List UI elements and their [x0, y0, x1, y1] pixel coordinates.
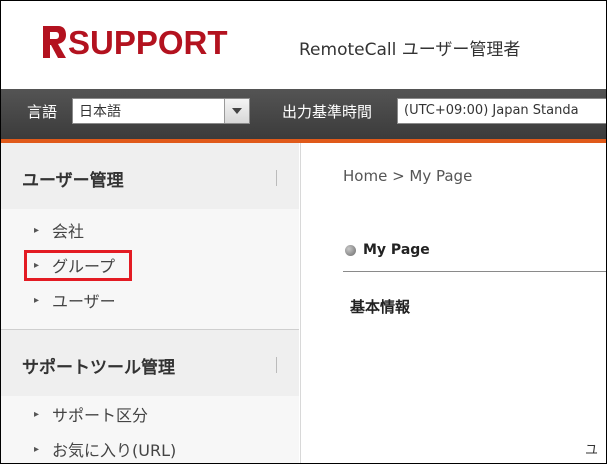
- page-title-text: My Page: [363, 242, 430, 258]
- sidebar-item-company[interactable]: ▸ 会社: [34, 217, 84, 243]
- logo-text: SUPPORT: [68, 23, 228, 61]
- highlight-box: [24, 250, 132, 281]
- sidebar-item-support-category[interactable]: ▸ サポート区分: [34, 401, 148, 427]
- section-separator: [276, 357, 277, 373]
- language-select-value: 日本語: [79, 104, 121, 120]
- rsupport-r-logo-icon: [43, 26, 66, 58]
- sidebar-item-favorites-url[interactable]: ▸ お気に入り(URL): [34, 436, 176, 462]
- bullet-icon: [345, 244, 356, 256]
- product-title: RemoteCall ユーザー管理者: [299, 40, 521, 60]
- main-content: Home > My Page My Page 基本情報 ユ: [300, 143, 606, 463]
- sidebar-item-label: 会社: [52, 222, 85, 241]
- sidebar-section-title: ユーザー管理: [22, 171, 124, 191]
- breadcrumb[interactable]: Home > My Page: [343, 167, 472, 185]
- sidebar-item-label: サポート区分: [52, 406, 149, 425]
- chevron-right-icon: ▸: [34, 443, 40, 455]
- dropdown-arrow-icon[interactable]: [224, 99, 249, 123]
- truncated-label: ユ: [585, 443, 599, 458]
- chevron-right-icon: ▸: [34, 408, 40, 420]
- timezone-select[interactable]: (UTC+09:00) Japan Standa: [397, 98, 606, 124]
- chevron-right-icon: ▸: [34, 224, 40, 236]
- sidebar-item-label: ユーザー: [52, 292, 116, 311]
- sidebar-section-support-tool-management[interactable]: サポートツール管理: [1, 330, 299, 396]
- header: SUPPORT RemoteCall ユーザー管理者: [1, 1, 606, 89]
- chevron-right-icon: ▸: [34, 294, 40, 306]
- sidebar-item-user[interactable]: ▸ ユーザー: [34, 287, 116, 313]
- sidebar-section-title: サポートツール管理: [22, 358, 175, 378]
- basic-info-heading: 基本情報: [350, 298, 411, 316]
- sidebar: ユーザー管理 ▸ 会社 ▸ グループ ▸ ユーザー サポートツール管理 ▸ サポ…: [1, 143, 299, 463]
- sidebar-item-label: お気に入り(URL): [52, 441, 177, 460]
- language-select[interactable]: 日本語: [72, 98, 250, 124]
- title-underline: [343, 271, 606, 272]
- timezone-label: 出力基準時間: [282, 103, 373, 121]
- app-frame: SUPPORT RemoteCall ユーザー管理者 言語 日本語 出力基準時間…: [0, 0, 607, 464]
- sidebar-section-user-management[interactable]: ユーザー管理: [1, 143, 299, 209]
- section-separator: [276, 170, 277, 186]
- page-title: My Page: [345, 242, 430, 258]
- rsupport-logo[interactable]: SUPPORT: [41, 22, 228, 62]
- language-label: 言語: [27, 103, 58, 121]
